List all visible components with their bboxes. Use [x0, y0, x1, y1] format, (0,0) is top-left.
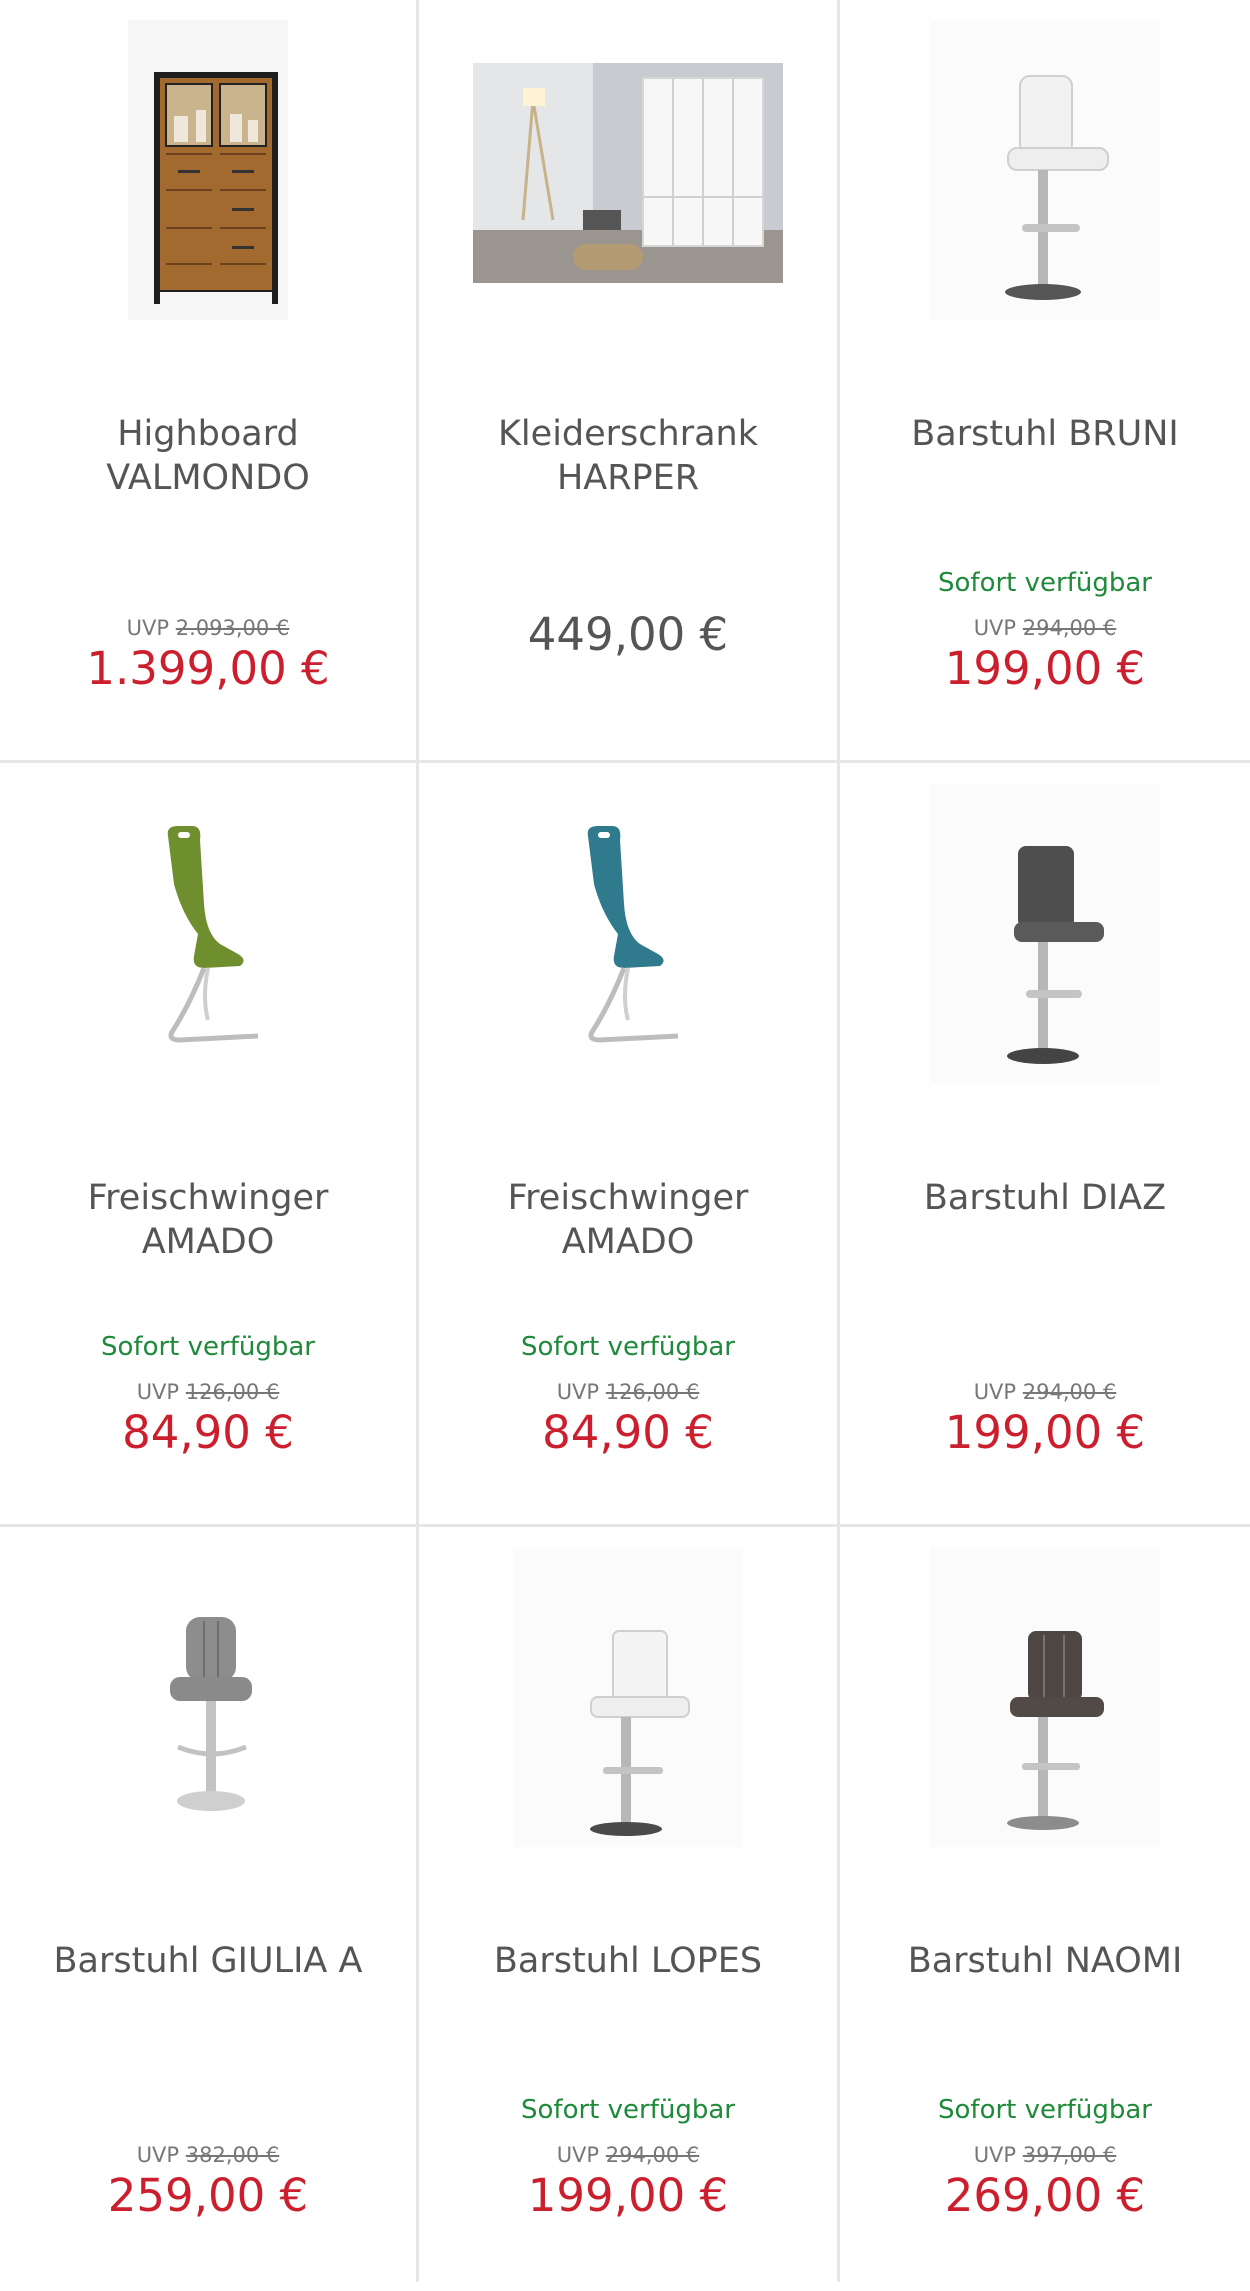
- uvp-price: UVP 294,00 €: [840, 616, 1250, 640]
- availability-status: Sofort verfügbar: [938, 568, 1152, 598]
- uvp-label: UVP: [556, 1380, 600, 1404]
- product-card[interactable]: Kleiderschrank HARPER 449,00 €: [419, 0, 837, 764]
- product-price: 269,00 €: [944, 2169, 1146, 2222]
- wardrobe-room-icon: [473, 63, 783, 283]
- uvp-old-price: 126,00 €: [605, 1380, 700, 1404]
- uvp-price: UVP 126,00 €: [0, 1380, 416, 1404]
- product-price: 199,00 €: [944, 1406, 1146, 1459]
- cantilever-chair-green-icon: [167, 826, 259, 1043]
- uvp-label: UVP: [973, 616, 1017, 640]
- uvp-price: UVP 2.093,00 €: [0, 616, 416, 640]
- availability-status: Sofort verfügbar: [101, 1332, 315, 1362]
- uvp-price: UVP 397,00 €: [840, 2143, 1250, 2167]
- product-price: 259,00 €: [107, 2169, 309, 2222]
- uvp-price: UVP 294,00 €: [840, 1380, 1250, 1404]
- barstool-white-icon: [930, 20, 1160, 320]
- product-card[interactable]: Freischwinger AMADO Sofort verfügbar UVP…: [0, 764, 416, 1528]
- product-image[interactable]: [0, 1547, 416, 1847]
- barstool-brown-icon: [930, 1547, 1160, 1847]
- product-image[interactable]: [0, 784, 416, 1084]
- product-image[interactable]: [840, 784, 1250, 1084]
- product-name[interactable]: Kleiderschrank HARPER: [447, 412, 809, 500]
- cantilever-chair-petrol-icon: [587, 826, 679, 1043]
- product-price: 84,90 €: [542, 1406, 714, 1459]
- barstool-grey-icon: [170, 1617, 252, 1811]
- product-price: 84,90 €: [122, 1406, 294, 1459]
- product-card[interactable]: Highboard VALMONDO UVP 2.093,00 € 1.399,…: [0, 0, 416, 764]
- availability-status: Sofort verfügbar: [938, 2095, 1152, 2125]
- uvp-label: UVP: [973, 2143, 1017, 2167]
- product-name[interactable]: Barstuhl LOPES: [447, 1939, 809, 1983]
- product-price: 1.399,00 €: [86, 642, 330, 695]
- barstool-white-icon: [513, 1547, 743, 1847]
- product-name[interactable]: Freischwinger AMADO: [447, 1176, 809, 1264]
- uvp-old-price: 294,00 €: [1022, 616, 1117, 640]
- product-grid: Highboard VALMONDO UVP 2.093,00 € 1.399,…: [0, 0, 1250, 2282]
- product-name[interactable]: Freischwinger AMADO: [28, 1176, 388, 1264]
- uvp-old-price: 382,00 €: [185, 2143, 280, 2167]
- product-name[interactable]: Barstuhl NAOMI: [868, 1939, 1222, 1983]
- uvp-price: UVP 382,00 €: [0, 2143, 416, 2167]
- product-card[interactable]: Barstuhl BRUNI Sofort verfügbar UVP 294,…: [840, 0, 1250, 764]
- product-card[interactable]: Barstuhl LOPES Sofort verfügbar UVP 294,…: [419, 1527, 837, 2291]
- uvp-old-price: 294,00 €: [1022, 1380, 1117, 1404]
- highboard-icon: [128, 20, 288, 320]
- uvp-label: UVP: [126, 616, 170, 640]
- availability-status: Sofort verfügbar: [521, 2095, 735, 2125]
- product-image[interactable]: [840, 1547, 1250, 1847]
- product-name[interactable]: Barstuhl BRUNI: [868, 412, 1222, 456]
- uvp-price: UVP 294,00 €: [419, 2143, 837, 2167]
- product-image[interactable]: [419, 784, 837, 1084]
- product-image[interactable]: [419, 1547, 837, 1847]
- barstool-anthracite-icon: [930, 784, 1160, 1084]
- availability-status: Sofort verfügbar: [521, 1332, 735, 1362]
- uvp-label: UVP: [136, 1380, 180, 1404]
- product-card[interactable]: Barstuhl NAOMI Sofort verfügbar UVP 397,…: [840, 1527, 1250, 2291]
- product-image[interactable]: [0, 20, 416, 320]
- product-image[interactable]: [419, 20, 837, 320]
- uvp-label: UVP: [556, 2143, 600, 2167]
- uvp-label: UVP: [973, 1380, 1017, 1404]
- uvp-price: UVP 126,00 €: [419, 1380, 837, 1404]
- product-price: 449,00 €: [527, 608, 729, 661]
- product-card[interactable]: Barstuhl DIAZ UVP 294,00 € 199,00 €: [840, 764, 1250, 1528]
- uvp-old-price: 126,00 €: [185, 1380, 280, 1404]
- uvp-old-price: 2.093,00 €: [175, 616, 290, 640]
- uvp-old-price: 397,00 €: [1022, 2143, 1117, 2167]
- product-name[interactable]: Barstuhl GIULIA A: [28, 1939, 388, 1983]
- product-image[interactable]: [840, 20, 1250, 320]
- product-price: 199,00 €: [527, 2169, 729, 2222]
- uvp-label: UVP: [136, 2143, 180, 2167]
- product-card[interactable]: Freischwinger AMADO Sofort verfügbar UVP…: [419, 764, 837, 1528]
- uvp-old-price: 294,00 €: [605, 2143, 700, 2167]
- product-name[interactable]: Barstuhl DIAZ: [868, 1176, 1222, 1220]
- product-card[interactable]: Barstuhl GIULIA A UVP 382,00 € 259,00 €: [0, 1527, 416, 2291]
- product-name[interactable]: Highboard VALMONDO: [28, 412, 388, 500]
- product-price: 199,00 €: [944, 642, 1146, 695]
